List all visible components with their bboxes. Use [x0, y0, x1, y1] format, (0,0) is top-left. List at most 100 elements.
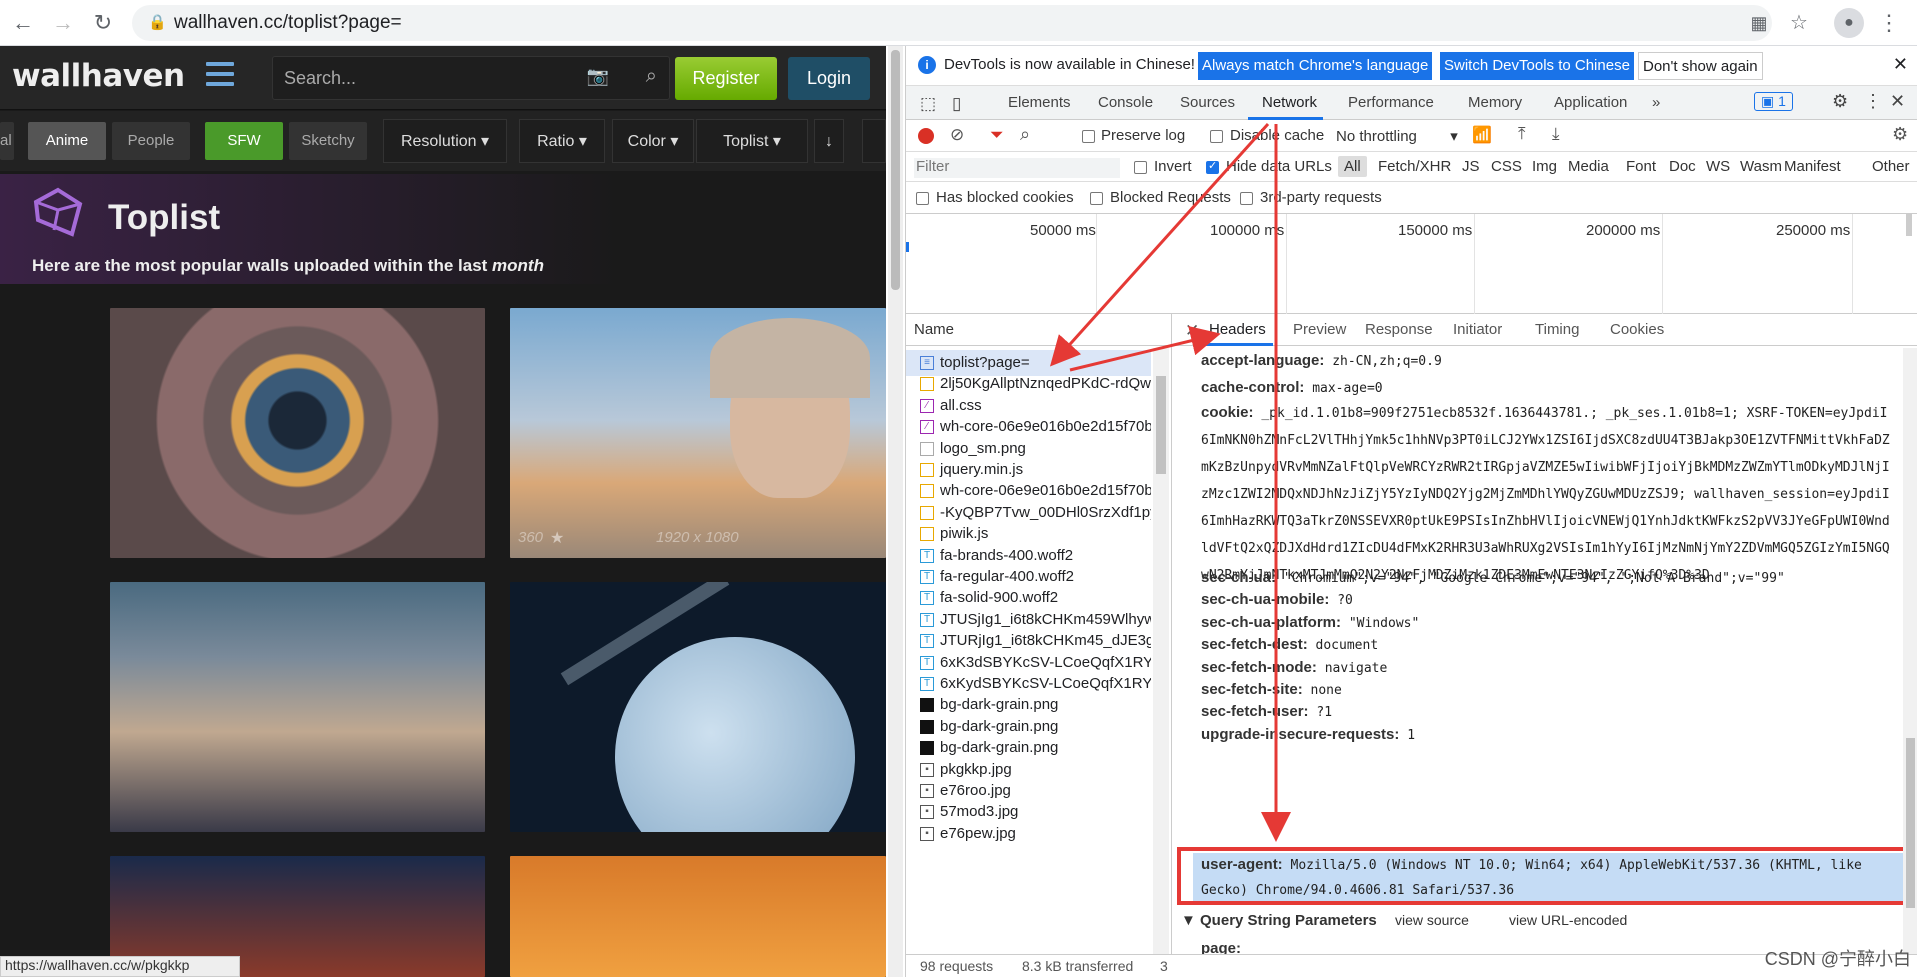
network-conditions-icon[interactable]: 📶 — [1472, 125, 1492, 145]
resolution-dropdown[interactable]: Resolution ▾ — [383, 119, 507, 163]
tab-headers[interactable]: Headers — [1209, 321, 1266, 338]
always-match-language-button[interactable]: Always match Chrome's language — [1198, 52, 1433, 80]
close-devtools-icon[interactable]: ✕ — [1890, 91, 1905, 112]
tab-response[interactable]: Response — [1365, 321, 1433, 338]
view-url-encoded-link[interactable]: view URL-encoded — [1509, 912, 1627, 928]
type-filter-css[interactable]: CSS — [1491, 158, 1522, 175]
people-filter-button[interactable]: People — [112, 122, 190, 160]
register-button[interactable]: Register — [675, 57, 777, 100]
forward-arrow-icon[interactable]: → — [48, 8, 78, 38]
blocked-requests-checkbox[interactable] — [1090, 192, 1103, 205]
back-arrow-icon[interactable]: ← — [8, 8, 38, 38]
close-icon[interactable]: ✕ — [1893, 54, 1908, 75]
type-filter-img[interactable]: Img — [1532, 158, 1557, 175]
general-filter-button[interactable]: al — [0, 122, 14, 160]
hamburger-menu-icon[interactable] — [206, 62, 234, 86]
type-filter-other[interactable]: Other — [1872, 158, 1910, 175]
reload-icon[interactable]: ↻ — [88, 8, 118, 38]
network-settings-gear-icon[interactable]: ⚙ — [1892, 124, 1908, 145]
wallpaper-thumbnail[interactable] — [510, 582, 886, 832]
tab-memory[interactable]: Memory — [1468, 94, 1522, 111]
wallpaper-thumbnail[interactable]: 360 ★ 1920 x 1080 — [510, 308, 886, 558]
tab-preview[interactable]: Preview — [1293, 321, 1346, 338]
tab-application[interactable]: Application — [1554, 94, 1627, 111]
search-icon[interactable]: ⌕ — [1020, 124, 1030, 145]
search-input[interactable]: Search... 📷 ⌕ — [272, 56, 670, 100]
type-filter-xhr[interactable]: Fetch/XHR — [1378, 158, 1451, 175]
dont-show-again-button[interactable]: Don't show again — [1638, 52, 1763, 80]
export-har-icon[interactable]: ⤓ — [1552, 124, 1560, 144]
more-tabs-icon[interactable]: » — [1652, 94, 1660, 111]
name-column-header[interactable]: Name — [914, 321, 954, 338]
view-source-link[interactable]: view source — [1395, 912, 1469, 928]
record-icon[interactable] — [918, 128, 934, 144]
sfw-filter-button[interactable]: SFW — [205, 122, 283, 160]
request-list-scrollbar[interactable] — [1153, 348, 1169, 954]
invert-checkbox[interactable] — [1134, 161, 1147, 174]
wallpaper-thumbnail[interactable] — [110, 582, 485, 832]
type-filter-media[interactable]: Media — [1568, 158, 1609, 175]
anime-filter-button[interactable]: Anime — [28, 122, 106, 160]
timeline-scrollbar[interactable] — [1906, 214, 1912, 236]
hide-data-urls-checkbox[interactable] — [1206, 159, 1219, 174]
throttling-select[interactable]: No throttling ▾ — [1336, 127, 1458, 145]
tab-sources[interactable]: Sources — [1180, 94, 1235, 111]
blocked-cookies-checkbox[interactable] — [916, 192, 929, 205]
address-bar[interactable]: 🔒 wallhaven.cc/toplist?page= — [132, 5, 1772, 41]
sort-down-arrow-icon[interactable]: ↓ — [814, 119, 844, 163]
scrollbar-thumb[interactable] — [1906, 738, 1915, 908]
request-row[interactable]: ▪ e76pew.jpg — [906, 821, 1151, 847]
tab-network[interactable]: Network — [1262, 94, 1317, 111]
device-toolbar-icon[interactable]: ▯ — [952, 94, 961, 114]
login-button[interactable]: Login — [788, 57, 870, 100]
color-dropdown[interactable]: Color ▾ — [612, 119, 694, 163]
wallpaper-thumbnail[interactable] — [510, 856, 886, 977]
page-scrollbar[interactable] — [888, 46, 903, 977]
tab-console[interactable]: Console — [1098, 94, 1153, 111]
type-filter-wasm[interactable]: Wasm — [1740, 158, 1782, 175]
sketchy-filter-button[interactable]: Sketchy — [289, 122, 367, 160]
ratio-dropdown[interactable]: Ratio ▾ — [519, 119, 605, 163]
preserve-log-checkbox[interactable] — [1082, 130, 1095, 143]
scrollbar-thumb[interactable] — [1156, 376, 1166, 474]
filter-icon[interactable]: ⏷ — [990, 125, 1004, 145]
tab-cookies[interactable]: Cookies — [1610, 321, 1664, 338]
clear-icon[interactable]: ⊘ — [950, 125, 964, 145]
tab-timing[interactable]: Timing — [1535, 321, 1579, 338]
import-har-icon[interactable]: ⤒ — [1518, 124, 1526, 144]
filter-input[interactable]: Filter — [914, 158, 1120, 178]
third-party-checkbox[interactable] — [1240, 192, 1253, 205]
type-filter-js[interactable]: JS — [1462, 158, 1480, 175]
kebab-menu-icon[interactable]: ⋮ — [1874, 8, 1904, 38]
settings-gear-icon[interactable]: ⚙ — [1832, 91, 1848, 112]
avatar[interactable]: ● — [1834, 8, 1864, 38]
query-string-section-header[interactable]: ▼ Query String Parameters — [1181, 912, 1377, 929]
wallhaven-logo[interactable]: wallhaven — [12, 58, 185, 94]
qr-code-icon[interactable]: ▦ — [1744, 8, 1774, 38]
issues-badge[interactable]: ▣ 1 — [1754, 92, 1793, 111]
star-icon[interactable]: ☆ — [1784, 8, 1814, 38]
type-filter-font[interactable]: Font — [1626, 158, 1656, 175]
type-filter-ws[interactable]: WS — [1706, 158, 1730, 175]
close-details-icon[interactable]: ✕ — [1185, 321, 1199, 341]
tab-initiator[interactable]: Initiator — [1453, 321, 1502, 338]
kebab-menu-icon[interactable]: ⋮ — [1864, 91, 1882, 112]
type-filter-all[interactable]: All — [1338, 156, 1367, 177]
tab-elements[interactable]: Elements — [1008, 94, 1071, 111]
inspect-element-icon[interactable]: ⬚ — [920, 94, 936, 114]
toplist-dropdown[interactable]: Toplist ▾ — [696, 119, 808, 163]
scrollbar-thumb[interactable] — [891, 50, 900, 290]
search-icon[interactable]: ⌕ — [646, 65, 657, 88]
camera-icon[interactable]: 📷 — [587, 66, 609, 87]
type-filter-doc[interactable]: Doc — [1669, 158, 1696, 175]
type-filter-manifest[interactable]: Manifest — [1784, 158, 1841, 175]
switch-to-chinese-button[interactable]: Switch DevTools to Chinese — [1440, 52, 1634, 80]
tab-performance[interactable]: Performance — [1348, 94, 1434, 111]
more-filter-button[interactable] — [862, 119, 886, 163]
disable-cache-checkbox[interactable] — [1210, 130, 1223, 143]
header-row: sec-fetch-user: ?1 — [1201, 703, 1333, 721]
details-scrollbar[interactable] — [1903, 348, 1917, 954]
devtools-language-infobar: i DevTools is now available in Chinese! … — [906, 46, 1917, 86]
network-overview-timeline[interactable]: 50000 ms 100000 ms 150000 ms 200000 ms 2… — [906, 214, 1917, 314]
wallpaper-thumbnail[interactable] — [110, 308, 485, 558]
